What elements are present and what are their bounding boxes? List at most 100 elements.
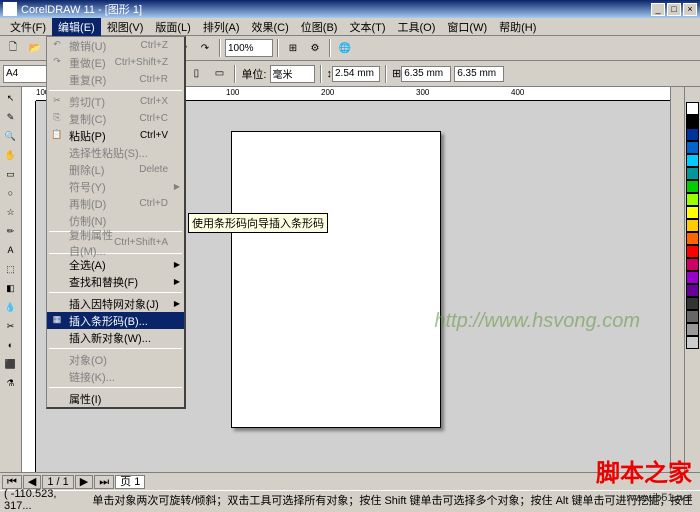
menu-item[interactable]: ▦插入条形码(B)... — [47, 312, 184, 329]
page-tab[interactable]: 页 1 — [115, 475, 145, 489]
watermark-site: www.jb51.net — [627, 492, 692, 504]
color-swatch[interactable] — [686, 115, 699, 128]
menu-item: ↶撤销(U)Ctrl+Z — [47, 37, 184, 54]
toolbox: ↖✎🔍✋▭○☆✏A⬚◧💧✂◐⬛⚗ — [0, 87, 22, 472]
status-bar: ( -110.523, 317... 单击对象两次可旋转/倾斜；双击工具可选择所… — [0, 490, 700, 508]
menu-item: 对象(O) — [47, 351, 184, 368]
app-icon — [3, 2, 17, 16]
menu-item[interactable]: 查找和替换(F)▶ — [47, 273, 184, 290]
menu-工具[interactable]: 工具(O) — [392, 18, 442, 36]
color-swatch[interactable] — [686, 323, 699, 336]
menu-文件[interactable]: 文件(F) — [4, 18, 52, 36]
menu-item: 仿制(N) — [47, 212, 184, 229]
menu-item: 复制属性自(M)...Ctrl+Shift+A — [47, 234, 184, 251]
landscape-icon[interactable]: ▭ — [209, 64, 229, 84]
page-counter: 1 / 1 — [42, 475, 73, 489]
color-swatch[interactable] — [686, 232, 699, 245]
tool-button[interactable]: ◐ — [2, 336, 20, 354]
page — [231, 131, 441, 428]
close-button[interactable]: × — [683, 3, 697, 16]
watermark-brand: 脚本之家 — [596, 453, 692, 488]
color-swatch[interactable] — [686, 141, 699, 154]
menu-item[interactable]: 插入因特网对象(J)▶ — [47, 295, 184, 312]
color-swatch[interactable] — [686, 245, 699, 258]
menu-版面[interactable]: 版面(L) — [149, 18, 196, 36]
scrollbar-vertical[interactable] — [670, 87, 684, 472]
menu-item[interactable]: 属性(I) — [47, 390, 184, 407]
menu-item[interactable]: 📋粘贴(P)Ctrl+V — [47, 127, 184, 144]
snap-icon[interactable]: ⊞ — [283, 38, 303, 58]
tool-button[interactable]: A — [2, 241, 20, 259]
tool-button[interactable]: ☆ — [2, 203, 20, 221]
color-swatch[interactable] — [686, 206, 699, 219]
tool-button[interactable]: ▭ — [2, 165, 20, 183]
page-last-button[interactable]: ⏭ — [94, 475, 114, 489]
menu-item: 删除(L)Delete — [47, 161, 184, 178]
color-swatch[interactable] — [686, 180, 699, 193]
menu-item: 链接(K)... — [47, 368, 184, 385]
color-swatch[interactable] — [686, 128, 699, 141]
maximize-button[interactable]: □ — [667, 3, 681, 16]
dup-x-input[interactable] — [401, 66, 451, 82]
menu-文本[interactable]: 文本(T) — [343, 18, 391, 36]
color-swatch[interactable] — [686, 193, 699, 206]
tool-button[interactable]: ↖ — [2, 89, 20, 107]
menu-位图[interactable]: 位图(B) — [295, 18, 344, 36]
web-icon[interactable]: 🌐 — [335, 38, 355, 58]
portrait-icon[interactable]: ▯ — [186, 64, 206, 84]
minimize-button[interactable]: _ — [651, 3, 665, 16]
nudge-input[interactable] — [332, 66, 380, 82]
tool-button[interactable]: 💧 — [2, 298, 20, 316]
tool-button[interactable]: 🔍 — [2, 127, 20, 145]
redo-icon[interactable]: ↷ — [195, 38, 215, 58]
menu-item: 符号(Y)▶ — [47, 178, 184, 195]
menu-帮助[interactable]: 帮助(H) — [493, 18, 542, 36]
menu-item: 重复(R)Ctrl+R — [47, 71, 184, 88]
tool-button[interactable]: ⬛ — [2, 355, 20, 373]
dup-y-input[interactable] — [454, 66, 504, 82]
menu-编辑[interactable]: 编辑(E) — [52, 18, 101, 36]
color-swatch[interactable] — [686, 297, 699, 310]
menu-item[interactable]: 插入新对象(W)... — [47, 329, 184, 346]
status-hint: 单击对象两次可旋转/倾斜；双击工具可选择所有对象；按住 Shift 键单击可选择… — [92, 492, 696, 508]
menu-item: 再制(D)Ctrl+D — [47, 195, 184, 212]
tool-button[interactable]: ○ — [2, 184, 20, 202]
color-swatch[interactable] — [686, 102, 699, 115]
tool-button[interactable]: ✋ — [2, 146, 20, 164]
color-palette — [684, 87, 700, 472]
menu-排列[interactable]: 排列(A) — [197, 18, 246, 36]
options-icon[interactable]: ⚙ — [305, 38, 325, 58]
page-first-button[interactable]: ⏮ — [2, 475, 22, 489]
color-swatch[interactable] — [686, 310, 699, 323]
tool-button[interactable]: ✏ — [2, 222, 20, 240]
color-swatch[interactable] — [686, 336, 699, 349]
color-swatch[interactable] — [686, 219, 699, 232]
edit-menu-dropdown: ↶撤销(U)Ctrl+Z↷重做(E)Ctrl+Shift+Z重复(R)Ctrl+… — [46, 36, 186, 409]
menu-item[interactable]: 全选(A)▶ — [47, 256, 184, 273]
color-swatch[interactable] — [686, 271, 699, 284]
page-prev-button[interactable]: ◀ — [23, 475, 41, 489]
menu-item: ↷重做(E)Ctrl+Shift+Z — [47, 54, 184, 71]
color-swatch[interactable] — [686, 258, 699, 271]
unit-select[interactable] — [270, 65, 315, 83]
menu-视图[interactable]: 视图(V) — [101, 18, 150, 36]
color-swatch[interactable] — [686, 284, 699, 297]
menu-效果[interactable]: 效果(C) — [246, 18, 295, 36]
color-swatch[interactable] — [686, 154, 699, 167]
zoom-input[interactable] — [225, 39, 273, 57]
color-swatch[interactable] — [686, 167, 699, 180]
page-navigator: ⏮ ◀ 1 / 1 ▶ ⏭ 页 1 — [0, 472, 700, 490]
tool-button[interactable]: ⬚ — [2, 260, 20, 278]
open-icon[interactable]: 📂 — [25, 38, 45, 58]
tool-button[interactable]: ◧ — [2, 279, 20, 297]
ruler-vertical — [22, 101, 36, 472]
tool-button[interactable]: ✎ — [2, 108, 20, 126]
menu-bar[interactable]: 文件(F)编辑(E)视图(V)版面(L)排列(A)效果(C)位图(B)文本(T)… — [0, 18, 700, 36]
tool-button[interactable]: ⚗ — [2, 374, 20, 392]
page-next-button[interactable]: ▶ — [75, 475, 93, 489]
new-icon[interactable]: 🗋 — [3, 38, 23, 58]
unit-label: 单位: — [241, 66, 266, 82]
menu-窗口[interactable]: 窗口(W) — [441, 18, 493, 36]
cursor-coords: ( -110.523, 317... — [4, 488, 84, 512]
tool-button[interactable]: ✂ — [2, 317, 20, 335]
